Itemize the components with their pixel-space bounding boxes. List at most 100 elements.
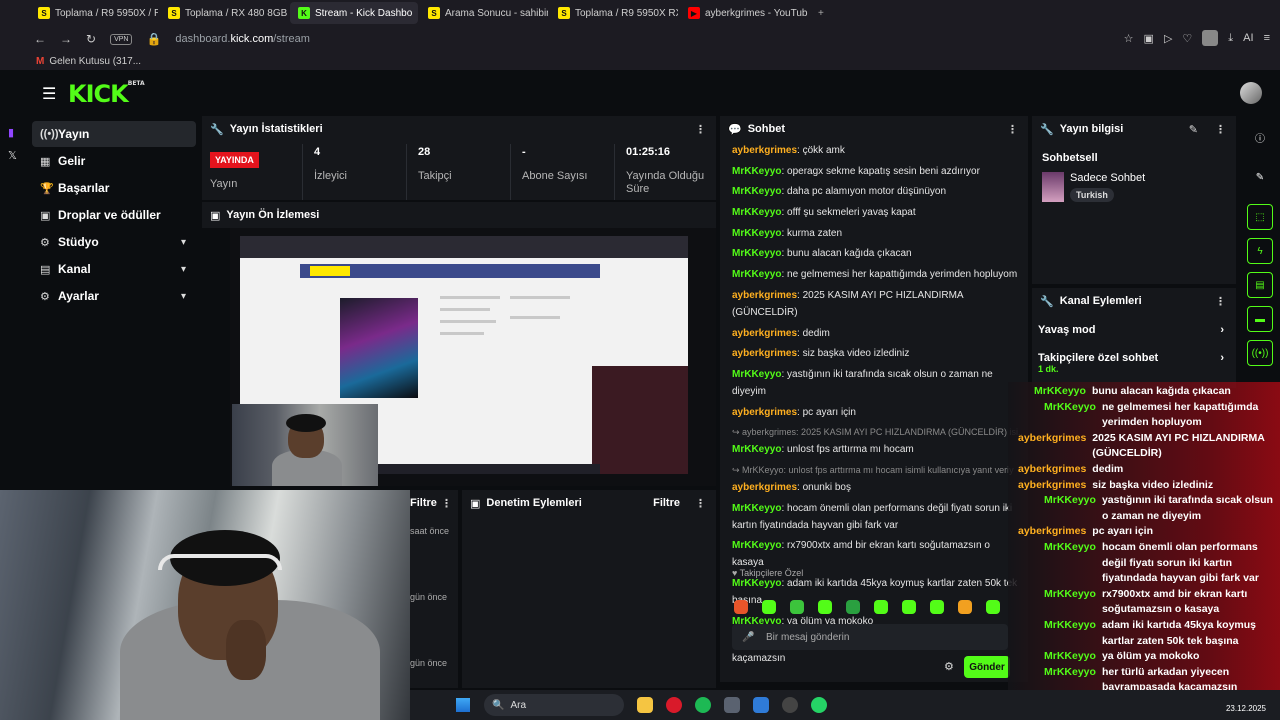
new-tab-button[interactable]: + [810, 2, 830, 24]
chat-username[interactable]: MrKKeyyo [732, 369, 781, 380]
user-avatar[interactable] [1240, 82, 1262, 104]
chat-username[interactable]: ayberkgrimes [732, 348, 797, 359]
filter-label[interactable]: Filtre [410, 497, 437, 509]
wrench-icon: 🔧 [210, 123, 224, 136]
overlay-chat-message: MrKKeyyo yastığının iki tarafında sıcak o… [1018, 493, 1274, 524]
pencil-icon[interactable]: ✎ [1247, 164, 1273, 190]
browser-tab[interactable]: S Toplama / R9 5950X RX79 [550, 2, 678, 24]
notes-icon[interactable]: ▤ [1247, 272, 1273, 298]
play-icon[interactable]: ▷ [1164, 32, 1172, 45]
chat-username[interactable]: MrKKeyyo [732, 228, 781, 239]
emote-icon[interactable] [930, 600, 944, 614]
broadcast-icon[interactable]: ((•)) [1247, 340, 1273, 366]
url-field[interactable]: dashboard.kick.com/stream [175, 33, 310, 45]
browser-tab[interactable]: ▶ ayberkgrimes - YouTube [680, 2, 808, 24]
kebab-icon[interactable]: ⋮ [1215, 123, 1226, 136]
info-icon[interactable]: ⓘ [1247, 124, 1273, 150]
sidebar-item[interactable]: 🏆 Başarılar [32, 175, 196, 201]
kebab-icon[interactable]: ⋮ [1215, 295, 1226, 308]
edit-pencil-icon[interactable]: ✎ [1189, 123, 1198, 136]
download-icon[interactable]: ⤓ [1228, 32, 1233, 45]
emote-icon[interactable] [902, 600, 916, 614]
kebab-icon[interactable]: ⋮ [1007, 123, 1018, 136]
chat-username[interactable]: ayberkgrimes [732, 145, 797, 156]
sidebar-item[interactable]: ⚙ Stüdyo ▾ [32, 229, 196, 255]
chat-username[interactable]: MrKKeyyo [732, 540, 781, 551]
vpn-badge[interactable]: VPN [110, 33, 133, 45]
kebab-icon[interactable]: ⋮ [695, 497, 706, 510]
chat-username[interactable]: MrKKeyyo [732, 269, 781, 280]
kebab-icon[interactable]: ⋮ [441, 497, 452, 510]
chat-username[interactable]: ayberkgrimes [732, 482, 797, 493]
chat-icon[interactable]: ▬ [1247, 306, 1273, 332]
send-button[interactable]: Gönder [964, 656, 1010, 678]
chat-title: Sohbet [747, 123, 785, 135]
mic-icon[interactable]: 🎤 [742, 632, 754, 643]
sidebar-item[interactable]: ▤ Kanal ▾ [32, 256, 196, 282]
chat-username[interactable]: ayberkgrimes [732, 407, 797, 418]
calculator-icon[interactable] [724, 697, 740, 713]
overlay-chat-message: MrKKeyyo hocam önemli olan performans değ… [1018, 540, 1274, 587]
emote-icon[interactable] [734, 600, 748, 614]
whatsapp-icon[interactable] [811, 697, 827, 713]
sidebar-item[interactable]: ((•)) Yayın [32, 121, 196, 147]
browser-tab[interactable]: S Arama Sonucu - sahibinde [420, 2, 548, 24]
sidebar-item[interactable]: ⚙ Ayarlar ▾ [32, 283, 196, 309]
chat-username[interactable]: ayberkgrimes [732, 290, 797, 301]
sidebar-item[interactable]: ▦ Gelir [32, 148, 196, 174]
spotify-icon[interactable] [695, 697, 711, 713]
kebab-icon[interactable]: ⋮ [695, 123, 706, 136]
emote-icon[interactable] [790, 600, 804, 614]
clip-icon[interactable]: ⬚ [1247, 204, 1273, 230]
chat-username[interactable]: MrKKeyyo [732, 207, 781, 218]
browser-tab[interactable]: K Stream - Kick Dashbo [290, 2, 418, 24]
chat-input[interactable]: 🎤 Bir mesaj gönderin [732, 624, 1008, 650]
opera-gx-icon[interactable] [666, 697, 682, 713]
emote-icon[interactable] [986, 600, 1000, 614]
filter-label[interactable]: Filtre [653, 497, 680, 509]
followers-chat-item[interactable]: Takipçilere özel sohbet 1 dk. › [1038, 352, 1230, 382]
chat-username[interactable]: MrKKeyyo [732, 578, 781, 589]
x-icon[interactable]: 𝕏 [8, 149, 28, 162]
forward-icon[interactable]: → [60, 32, 72, 46]
ai-button[interactable]: AI [1243, 32, 1253, 44]
heart-icon[interactable]: ♡ [1182, 32, 1192, 45]
file-explorer-icon[interactable] [637, 697, 653, 713]
hamburger-menu-icon[interactable]: ☰ [42, 84, 56, 104]
browser-tab[interactable]: S Toplama / R9 5950X / RTX [30, 2, 158, 24]
windows-start-icon[interactable] [456, 698, 470, 712]
kick-logo[interactable]: KICKBETA [68, 80, 145, 108]
sidebar-item[interactable]: ▣ Droplar ve ödüller [32, 202, 196, 228]
bookmark-icon[interactable]: ☆ [1124, 32, 1134, 45]
subs-value: - [522, 146, 526, 158]
bookmark-gmail[interactable]: Gelen Kutusu (317... [49, 56, 141, 67]
chat-username[interactable]: MrKKeyyo [732, 166, 781, 177]
chat-username[interactable]: MrKKeyyo [732, 248, 781, 259]
tab-favicon-icon: S [38, 7, 50, 19]
slow-mode-item[interactable]: Yavaş mod › [1038, 324, 1230, 346]
taskbar-search[interactable]: 🔍 Ara [484, 694, 624, 716]
emote-icon[interactable] [762, 600, 776, 614]
menu-icon[interactable]: ≡ [1264, 32, 1270, 44]
chat-username[interactable]: MrKKeyyo [732, 444, 781, 455]
browser-tab[interactable]: S Toplama / RX 480 8GB Ni [160, 2, 288, 24]
chat-username[interactable]: MrKKeyyo [732, 503, 781, 514]
settings-gear-icon[interactable]: ⚙ [944, 660, 954, 673]
reload-icon[interactable]: ↻ [86, 32, 96, 46]
chat-username[interactable]: ayberkgrimes [732, 328, 797, 339]
category-label: Sohbetsell [1042, 152, 1098, 164]
steam-icon[interactable] [782, 697, 798, 713]
bolt-icon[interactable]: ϟ [1247, 238, 1273, 264]
vs-code-icon[interactable] [753, 697, 769, 713]
emote-icon[interactable] [818, 600, 832, 614]
emote-icon[interactable] [874, 600, 888, 614]
profile-icon[interactable] [1202, 30, 1219, 46]
chevron-right-icon: › [1220, 352, 1224, 364]
emote-icon[interactable] [958, 600, 972, 614]
chat-username[interactable]: MrKKeyyo [732, 186, 781, 197]
back-icon[interactable]: ← [34, 32, 46, 46]
extension-icon[interactable]: ▣ [1144, 32, 1154, 45]
lock-icon[interactable]: 🔒 [146, 32, 161, 46]
emote-icon[interactable] [846, 600, 860, 614]
twitch-icon[interactable]: ▮ [8, 126, 28, 139]
